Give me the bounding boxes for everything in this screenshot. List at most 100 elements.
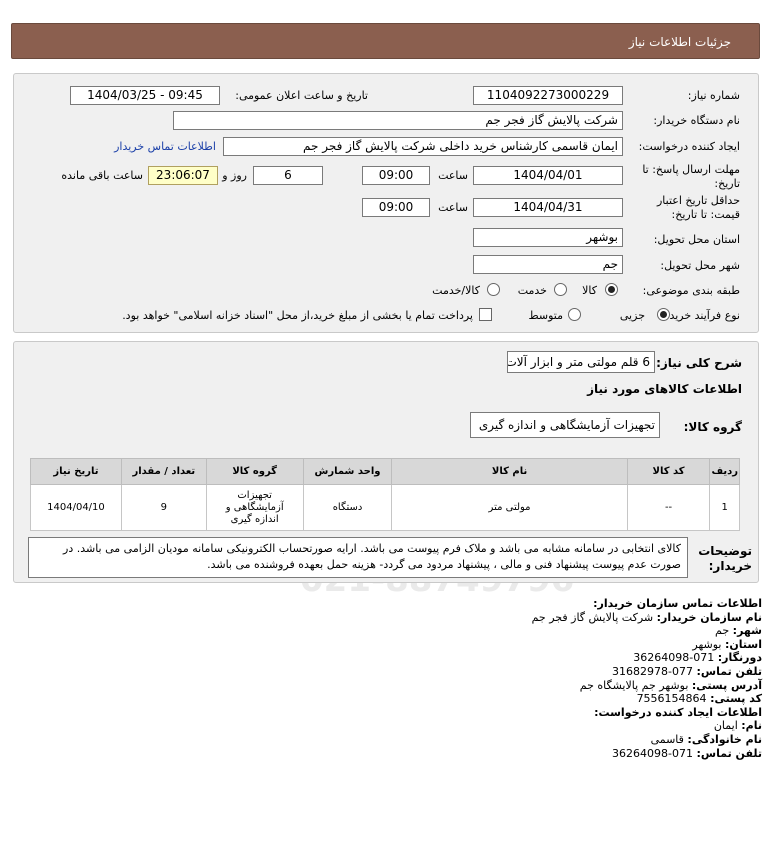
- goods-table-header: ردیف کد کالا نام کالا واحد شمارش گروه کا…: [30, 458, 740, 485]
- remaining-time-field: 23:06:07: [148, 166, 218, 185]
- cell-name: مولتی متر: [391, 484, 628, 531]
- province-field[interactable]: بوشهر: [473, 228, 623, 247]
- creator-name-line: نام: ایمان: [22, 719, 762, 733]
- contact-address-label: آدرس پستی:: [691, 678, 762, 692]
- contact-fax-label: دورنگار:: [717, 651, 762, 665]
- contact-postal-label: کد پستی:: [710, 692, 762, 706]
- contact-info: اطلاعات تماس سازمان خریدار: نام سازمان خ…: [22, 597, 762, 760]
- col-date-header: تاریخ نیاز: [30, 458, 122, 485]
- contact-city-label: شهر:: [732, 624, 762, 638]
- buyer-notes-label: توضیحات خریدار:: [698, 544, 752, 573]
- contact-address-line: آدرس پستی: بوشهر جم پالایشگاه جم: [22, 679, 762, 693]
- days-label: روز و: [222, 169, 247, 182]
- creator-family-label: نام خانوادگی:: [687, 732, 762, 746]
- process-radio-minor[interactable]: [657, 308, 670, 321]
- need-desc-label: شرح کلی نیاز:: [656, 356, 742, 370]
- category-option-goods-service: کالا/خدمت: [432, 284, 480, 297]
- col-group-header: گروه کالا: [205, 458, 304, 485]
- contact-postal: 7556154864: [636, 692, 707, 706]
- contact-postal-line: کد پستی: 7556154864: [22, 692, 762, 706]
- cell-qty: 9: [120, 484, 207, 531]
- page-title-bar: جزئیات اطلاعات نیاز: [11, 23, 760, 59]
- contact-fax: 071-36264098: [633, 651, 715, 665]
- creator-name-label: نام:: [741, 719, 762, 733]
- contact-phone: 077-31682978: [612, 664, 694, 678]
- category-label: طبقه بندی موضوعی:: [642, 284, 740, 297]
- contact-city: جم: [715, 624, 730, 638]
- goods-group-field: تجهیزات آزمایشگاهی و اندازه گیری: [470, 412, 660, 438]
- contact-province-label: استان:: [725, 637, 762, 651]
- process-option-medium: متوسط: [528, 309, 563, 322]
- goods-info-title: اطلاعات کالاهای مورد نیاز: [587, 382, 742, 396]
- contact-org: شرکت پالایش گاز فجر جم: [531, 610, 654, 624]
- contact-title-line: اطلاعات تماس سازمان خریدار:: [22, 597, 762, 611]
- need-number-field[interactable]: 1104092273000229: [473, 86, 623, 105]
- col-qty-header: تعداد / مقدار: [120, 458, 207, 485]
- creator-family-line: نام خانوادگی: قاسمی: [22, 733, 762, 747]
- validity-label: حداقل تاریخ اعتبار قیمت: تا تاریخ:: [656, 194, 740, 221]
- days-field[interactable]: 6: [253, 166, 323, 185]
- contact-phone-line: تلفن تماس: 077-31682978: [22, 665, 762, 679]
- goods-table: ردیف کد کالا نام کالا واحد شمارش گروه کا…: [30, 458, 740, 531]
- creator-title-line: اطلاعات ایجاد کننده درخواست:: [22, 706, 762, 720]
- col-row-header: ردیف: [709, 458, 740, 485]
- buyer-notes-box: کالای انتخابی در سامانه مشابه می باشد و …: [28, 537, 688, 578]
- validity-time-label: ساعت: [438, 201, 468, 214]
- contact-city-line: شهر: جم: [22, 624, 762, 638]
- goods-group-label: گروه کالا:: [683, 420, 742, 434]
- creator-family: قاسمی: [650, 732, 684, 746]
- city-label: شهر محل تحویل:: [660, 259, 740, 272]
- contact-address: بوشهر جم پالایشگاه جم: [579, 678, 689, 692]
- creator-phone: 071-36264098: [612, 746, 694, 760]
- cell-code: --: [626, 484, 711, 531]
- creator-phone-label: تلفن تماس:: [696, 746, 762, 760]
- cell-date: 1404/04/10: [30, 484, 122, 531]
- validity-time-field[interactable]: 09:00: [362, 198, 430, 217]
- announce-date-label: تاریخ و ساعت اعلان عمومی:: [235, 89, 368, 102]
- category-radio-goods[interactable]: [605, 283, 618, 296]
- deadline-date-field[interactable]: 1404/04/01: [473, 166, 623, 185]
- cell-group: تجهیزات آزمایشگاهی و اندازه گیری: [205, 484, 304, 531]
- deadline-time-label: ساعت: [438, 169, 468, 182]
- contact-title: اطلاعات تماس سازمان خریدار:: [593, 597, 762, 610]
- page-title: جزئیات اطلاعات نیاز: [628, 35, 731, 49]
- process-radio-medium[interactable]: [568, 308, 581, 321]
- need-desc-field: 6 قلم مولتی متر و ابزار آلات: [507, 351, 655, 373]
- buyer-contact-link[interactable]: اطلاعات تماس خریدار: [114, 140, 216, 153]
- treasury-note: پرداخت تمام یا بخشی از مبلغ خرید،از محل …: [122, 309, 473, 322]
- buyer-org-field[interactable]: شرکت پالایش گاز فجر جم: [173, 111, 623, 130]
- city-field[interactable]: جم: [473, 255, 623, 274]
- contact-fax-line: دورنگار: 071-36264098: [22, 651, 762, 665]
- cell-unit: دستگاه: [302, 484, 393, 531]
- treasury-checkbox[interactable]: [479, 308, 492, 321]
- process-option-minor: جزیی: [619, 309, 645, 322]
- need-number-label: شماره نیاز:: [687, 89, 740, 102]
- col-name-header: نام کالا: [391, 458, 628, 485]
- col-unit-header: واحد شمارش: [302, 458, 393, 485]
- contact-province: بوشهر: [692, 637, 722, 651]
- creator-name: ایمان: [713, 719, 738, 733]
- deadline-label: مهلت ارسال پاسخ: تا تاریخ:: [642, 163, 740, 190]
- creator-label: ایجاد کننده درخواست:: [638, 140, 740, 153]
- creator-phone-line: تلفن تماس: 071-36264098: [22, 747, 762, 761]
- cell-row: 1: [709, 484, 740, 531]
- contact-org-label: نام سازمان خریدار:: [656, 610, 762, 624]
- table-row[interactable]: 1 -- مولتی متر دستگاه تجهیزات آزمایشگاهی…: [30, 484, 740, 531]
- contact-phone-label: تلفن تماس:: [696, 664, 762, 678]
- category-radio-goods-service[interactable]: [487, 283, 500, 296]
- category-radio-service[interactable]: [554, 283, 567, 296]
- buyer-org-label: نام دستگاه خریدار:: [653, 114, 740, 127]
- contact-province-line: استان: بوشهر: [22, 638, 762, 652]
- remaining-label: ساعت باقی مانده: [61, 169, 143, 182]
- contact-org-line: نام سازمان خریدار: شرکت پالایش گاز فجر ج…: [22, 611, 762, 625]
- province-label: استان محل تحویل:: [653, 233, 740, 246]
- creator-title: اطلاعات ایجاد کننده درخواست:: [594, 705, 762, 719]
- deadline-time-field[interactable]: 09:00: [362, 166, 430, 185]
- category-option-service: خدمت: [517, 284, 547, 297]
- validity-date-field[interactable]: 1404/04/31: [473, 198, 623, 217]
- creator-field[interactable]: ایمان قاسمی کارشناس خرید داخلی شرکت پالا…: [223, 137, 623, 156]
- process-label: نوع فرآیند خرید :: [662, 309, 740, 322]
- col-code-header: کد کالا: [626, 458, 711, 485]
- announce-date-field[interactable]: 1404/03/25 - 09:45: [70, 86, 220, 105]
- category-option-goods: کالا: [582, 284, 597, 297]
